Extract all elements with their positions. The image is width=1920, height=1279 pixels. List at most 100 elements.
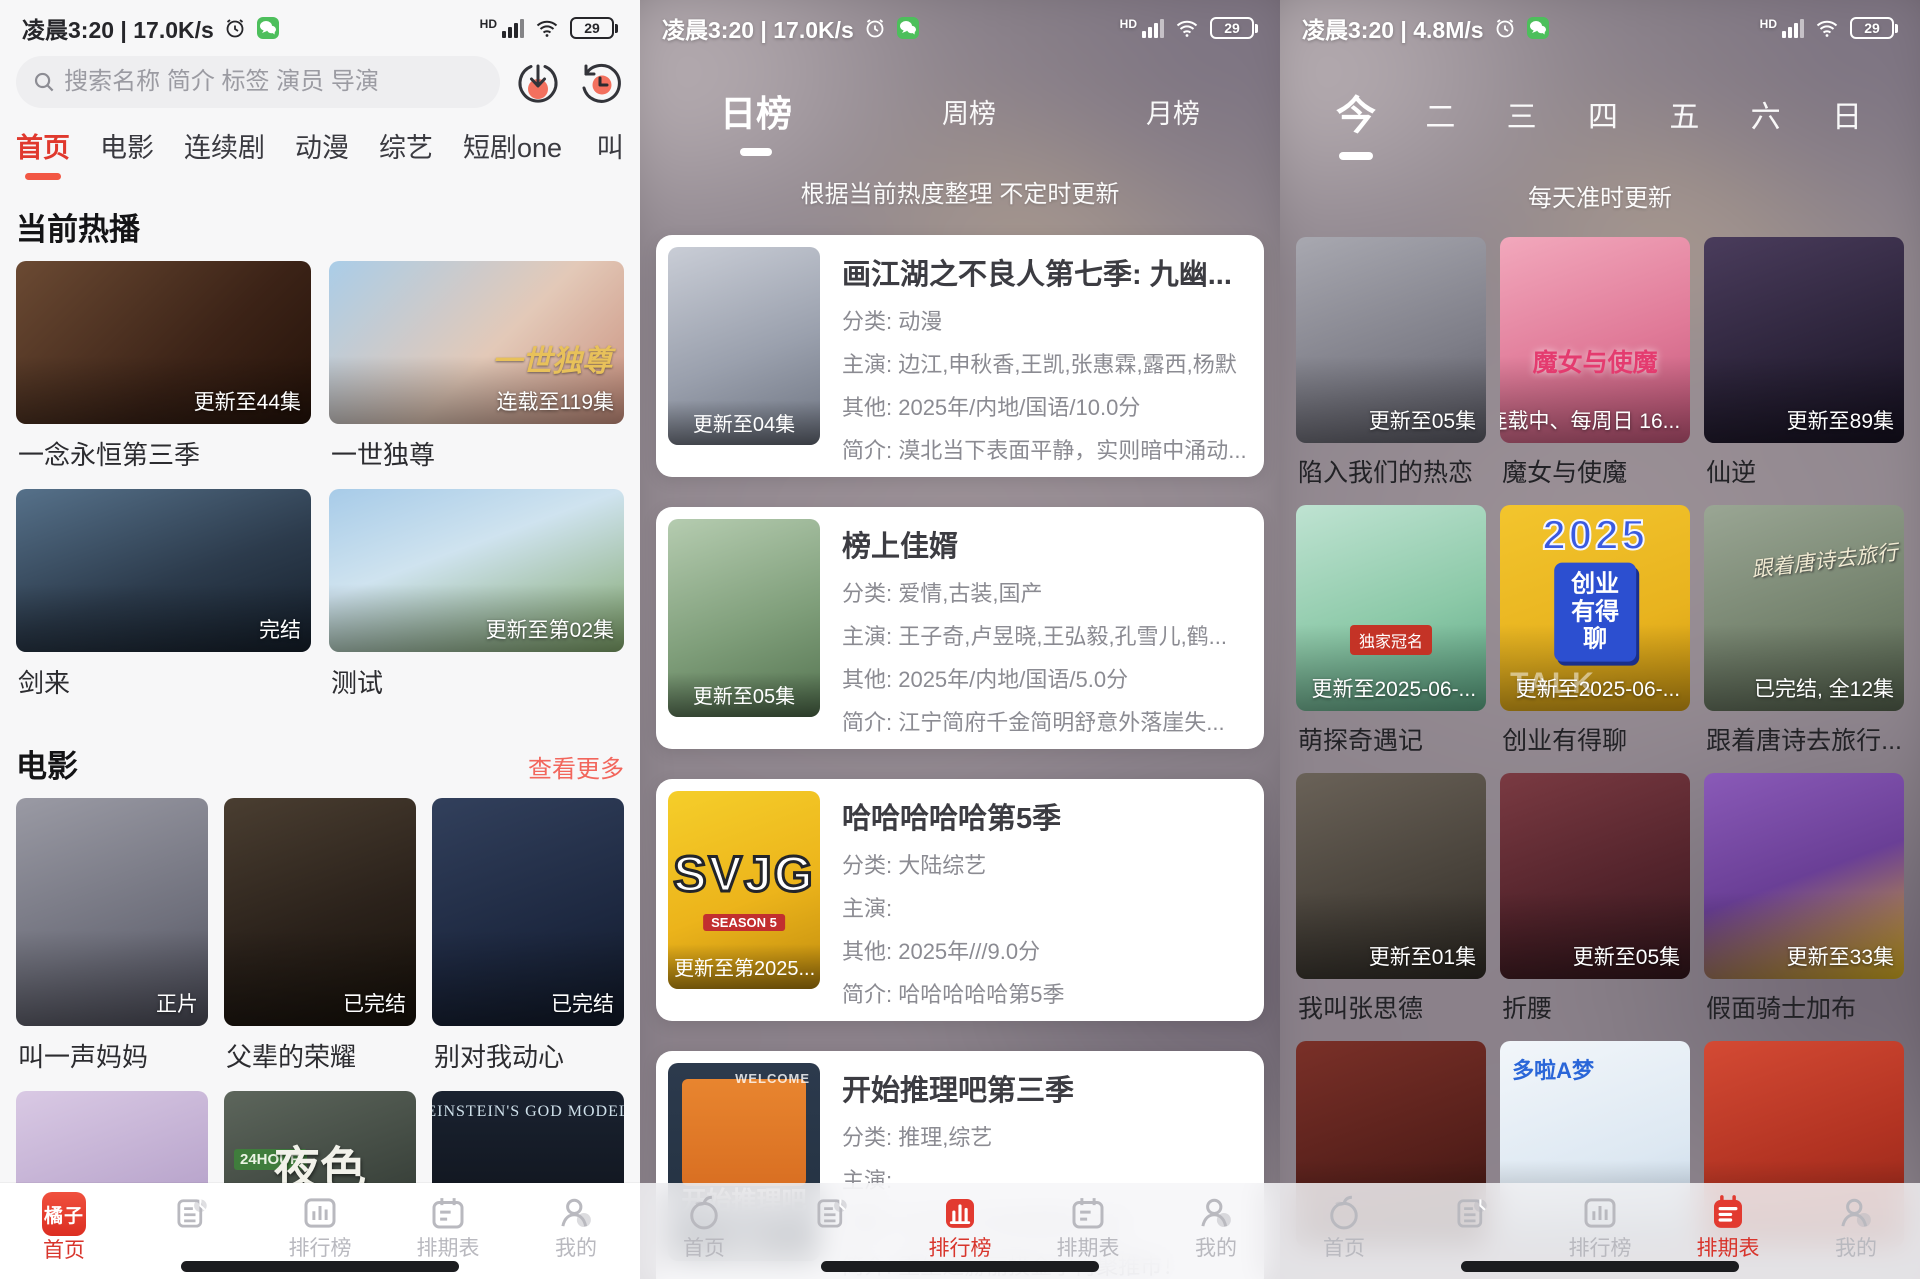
poster-card[interactable]: 更新至05集 折腰 — [1500, 773, 1690, 1041]
status-bar: 凌晨3:20 | 4.8M/s HD 29 — [1280, 0, 1920, 46]
ranking-title: 榜上佳婿 — [842, 523, 1252, 565]
history-icon[interactable] — [576, 58, 624, 106]
alarm-icon — [1493, 16, 1517, 40]
download-icon[interactable] — [514, 58, 562, 106]
day-tab-fri[interactable]: 五 — [1667, 92, 1701, 155]
status-time-speed: 凌晨3:20 | 4.8M/s — [1302, 11, 1484, 45]
poster-title: 父辈的荣耀 — [226, 1037, 414, 1074]
tab-shortdrama[interactable]: 短剧one — [463, 126, 562, 180]
poster-art-text: 创业有得聊 — [1554, 563, 1636, 662]
home-indicator[interactable] — [821, 1261, 1099, 1272]
poster-art-text: 跟着唐诗去旅行 — [1750, 536, 1900, 584]
ranking-tabs: 日榜 周榜 月榜 — [640, 92, 1280, 156]
episode-badge: 已完结 — [343, 988, 406, 1018]
search-input[interactable] — [64, 68, 484, 96]
nav-news[interactable] — [768, 1192, 896, 1260]
episode-badge: 连载中、每周日 16... — [1500, 405, 1680, 435]
battery-icon: 29 — [570, 17, 618, 39]
sponsor-tag: 独家冠名 — [1350, 625, 1432, 655]
nav-news[interactable] — [128, 1192, 256, 1260]
poster-card[interactable]: 独家冠名 更新至2025-06-... 萌探奇遇记 — [1296, 505, 1486, 773]
poster-card[interactable]: 2025 创业有得聊 TALK 更新至2025-06-... 创业有得聊 — [1500, 505, 1690, 773]
tab-variety[interactable]: 综艺 — [379, 126, 433, 180]
poster-card[interactable]: 更新至01集 我叫张思德 — [1296, 773, 1486, 1041]
nav-ranking[interactable]: 排行榜 — [1536, 1192, 1664, 1260]
tab-weekly[interactable]: 周榜 — [942, 92, 996, 150]
nav-profile[interactable]: 我的 — [1792, 1192, 1920, 1260]
ranking-other: 其他: 2025年/内地/国语/5.0分 — [842, 662, 1252, 694]
home-indicator[interactable] — [1461, 1261, 1739, 1272]
poster-card[interactable]: 完结 剑来 — [16, 489, 311, 717]
hd-indicator: HD — [480, 17, 497, 31]
poster-card[interactable]: 已完结 父辈的荣耀 — [224, 798, 416, 1091]
nav-schedule[interactable]: 排期表 — [384, 1192, 512, 1260]
tab-daily[interactable]: 日榜 — [720, 85, 792, 156]
poster-title: 创业有得聊 — [1502, 721, 1688, 757]
poster-title: 跟着唐诗去旅行... — [1706, 721, 1902, 757]
nav-ranking[interactable]: 排行榜 — [256, 1192, 384, 1260]
ranking-poster: SVJG SEASON 5 更新至第2025... — [668, 791, 820, 989]
section-title-hot: 当前热播 — [16, 204, 140, 249]
day-tab-sat[interactable]: 六 — [1749, 92, 1783, 155]
nav-profile[interactable]: 我的 — [512, 1192, 640, 1260]
search-icon — [32, 69, 56, 95]
ranking-card[interactable]: 更新至04集 画江湖之不良人第七季: 九幽... 分类: 动漫 主演: 边江,申… — [656, 235, 1264, 477]
poster-card[interactable]: 正片 叫一声妈妈 — [16, 798, 208, 1091]
day-tab-wed[interactable]: 三 — [1505, 92, 1539, 155]
screen-schedule: 凌晨3:20 | 4.8M/s HD 29 今 二 三 四 五 六 日 每天准时… — [1280, 0, 1920, 1279]
ranking-title: 画江湖之不良人第七季: 九幽... — [842, 251, 1252, 293]
screen-home: 凌晨3:20 | 17.0K/s HD 29 首页 电影 连续剧 动漫 综艺 短… — [0, 0, 640, 1279]
nav-home[interactable]: 首页 — [1280, 1192, 1408, 1260]
poster-art-text: SVJG — [673, 845, 814, 903]
screen-ranking: 凌晨3:20 | 17.0K/s HD 29 日榜 周榜 月榜 根据当前热度整理… — [640, 0, 1280, 1279]
alarm-icon — [863, 16, 887, 40]
tab-anime[interactable]: 动漫 — [295, 126, 349, 180]
home-icon — [683, 1192, 725, 1234]
tab-series[interactable]: 连续剧 — [184, 126, 265, 180]
day-tab-thu[interactable]: 四 — [1586, 92, 1620, 155]
ranking-desc: 简介: 江宁简府千金简明舒意外落崖失... — [842, 705, 1252, 737]
poster-card[interactable]: 更新至89集 仙逆 — [1704, 237, 1904, 505]
poster-card[interactable]: 已完结 别对我动心 — [432, 798, 624, 1091]
day-tab-sun[interactable]: 日 — [1830, 92, 1864, 155]
ranking-card[interactable]: 更新至05集 榜上佳婿 分类: 爱情,古装,国产 主演: 王子奇,卢昱晓,王弘毅… — [656, 507, 1264, 749]
day-tab-tue[interactable]: 二 — [1423, 92, 1457, 155]
ranking-card[interactable]: SVJG SEASON 5 更新至第2025... 哈哈哈哈哈第5季 分类: 大… — [656, 779, 1264, 1021]
nav-home[interactable]: 橘子 首页 — [0, 1192, 128, 1262]
poster-card[interactable]: 跟着唐诗去旅行 已完结, 全12集 跟着唐诗去旅行... — [1704, 505, 1904, 773]
tab-monthly[interactable]: 月榜 — [1146, 92, 1200, 150]
section-title-movies: 电影 — [16, 741, 78, 786]
poster-card[interactable]: 更新至33集 假面骑士加布 — [1704, 773, 1904, 1041]
nav-schedule[interactable]: 排期表 — [1024, 1192, 1152, 1260]
nav-news[interactable] — [1408, 1192, 1536, 1260]
episode-badge: 正片 — [156, 988, 198, 1018]
poster-card[interactable]: 更新至第02集 测试 — [329, 489, 624, 717]
ranking-icon — [1579, 1192, 1621, 1234]
alarm-icon — [223, 16, 247, 40]
episode-badge: 更新至2025-06-... — [1516, 673, 1681, 703]
poster-art-text: EINSTEIN'S GOD MODEL — [432, 1103, 624, 1121]
search-bar[interactable] — [16, 56, 500, 108]
tab-partial[interactable]: 叫 — [592, 126, 628, 180]
poster-art-text: 多啦A梦 — [1512, 1053, 1594, 1085]
tab-movies[interactable]: 电影 — [100, 126, 154, 180]
poster-art-text: SEASON 5 — [703, 914, 785, 931]
episode-badge: 更新至04集 — [668, 400, 820, 445]
ranking-category: 分类: 爱情,古装,国产 — [842, 576, 1252, 608]
hd-indicator: HD — [1760, 17, 1777, 31]
status-time-speed: 凌晨3:20 | 17.0K/s — [22, 11, 214, 45]
tab-home[interactable]: 首页 — [16, 126, 70, 180]
nav-ranking[interactable]: 排行榜 — [896, 1192, 1024, 1260]
poster-title: 我叫张思德 — [1298, 989, 1484, 1025]
nav-profile[interactable]: 我的 — [1152, 1192, 1280, 1260]
nav-schedule[interactable]: 排期表 — [1664, 1192, 1792, 1260]
poster-card[interactable]: 更新至05集 陷入我们的热恋 — [1296, 237, 1486, 505]
poster-card[interactable]: 更新至44集 一念永恒第三季 — [16, 261, 311, 489]
home-indicator[interactable] — [181, 1261, 459, 1272]
nav-home[interactable]: 首页 — [640, 1192, 768, 1260]
poster-card[interactable]: 一世独尊 连载至119集 一世独尊 — [329, 261, 624, 489]
ranking-other: 其他: 2025年///9.0分 — [842, 934, 1252, 966]
poster-card[interactable]: 魔女与使魔 连载中、每周日 16... 魔女与使魔 — [1500, 237, 1690, 505]
see-more-link[interactable]: 查看更多 — [528, 749, 624, 784]
day-tab-today[interactable]: 今 — [1336, 83, 1376, 160]
